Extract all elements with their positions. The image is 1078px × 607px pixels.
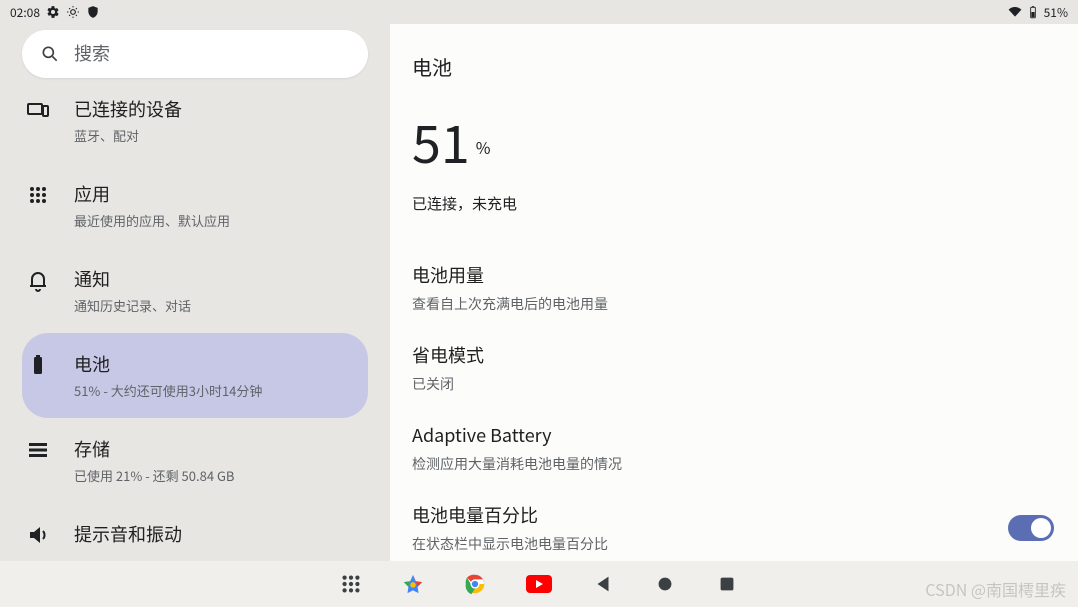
nav-back-icon[interactable] [592, 573, 614, 595]
devices-icon [26, 98, 50, 122]
search-icon [40, 44, 60, 64]
row-battery-usage[interactable]: 电池用量查看自上次充满电后的电池用量 [412, 248, 1064, 328]
google-app-icon[interactable] [402, 573, 424, 595]
apps-icon [26, 183, 50, 207]
sidebar-item-notifications[interactable]: 通知通知历史记录、对话 [22, 248, 368, 333]
status-time: 02:08 [10, 4, 40, 21]
battery-status-text: 已连接，未充电 [412, 193, 1064, 214]
nav-recents-icon[interactable] [716, 573, 738, 595]
battery-icon [1026, 5, 1040, 19]
watermark-text: CSDN @南国樗里疾 [925, 577, 1066, 601]
battery-detail-pane: 电池 51 % 已连接，未充电 电池用量查看自上次充满电后的电池用量 省电模式已… [390, 24, 1078, 561]
sidebar-item-label: 电池 [74, 351, 262, 377]
nav-home-icon[interactable] [654, 573, 676, 595]
sidebar-item-battery[interactable]: 电池51% - 大约还可使用3小时14分钟 [22, 333, 368, 418]
search-bar[interactable] [22, 30, 368, 78]
status-battery-text: 51% [1044, 4, 1068, 21]
sidebar-item-connected-devices[interactable]: 已连接的设备蓝牙、配对 [22, 92, 368, 163]
shield-icon [86, 5, 100, 19]
sidebar-item-label: 通知 [74, 266, 191, 292]
row-battery-percentage[interactable]: 电池电量百分比在状态栏中显示电池电量百分比 [412, 488, 1064, 561]
status-bar: 02:08 51% [0, 0, 1078, 24]
sidebar-item-label: 存储 [74, 436, 234, 462]
sidebar-item-sound[interactable]: 提示音和振动 [22, 503, 368, 547]
sidebar-item-label: 应用 [74, 181, 230, 207]
search-input[interactable] [74, 44, 350, 65]
percent-symbol: % [476, 135, 491, 167]
battery-percent-display: 51 % [412, 115, 1064, 167]
system-nav-bar: CSDN @南国樗里疾 [0, 561, 1078, 607]
sun-icon [66, 5, 80, 19]
wifi-icon [1008, 5, 1022, 19]
battery-icon [26, 353, 50, 377]
settings-sidebar: 已连接的设备蓝牙、配对 应用最近使用的应用、默认应用 通知通知历史记录、对话 电… [0, 24, 390, 561]
sidebar-item-storage[interactable]: 存储已使用 21% - 还剩 50.84 GB [22, 418, 368, 503]
app-drawer-icon[interactable] [340, 573, 362, 595]
battery-percent-number: 51 [412, 115, 470, 167]
volume-icon [26, 523, 50, 547]
youtube-icon[interactable] [526, 575, 552, 593]
storage-icon [26, 438, 50, 462]
sidebar-item-label: 提示音和振动 [74, 521, 182, 547]
chrome-icon[interactable] [464, 573, 486, 595]
gear-icon [46, 5, 60, 19]
page-title: 电池 [412, 52, 1064, 81]
row-adaptive-battery[interactable]: Adaptive Battery检测应用大量消耗电池电量的情况 [412, 408, 1064, 488]
sidebar-item-apps[interactable]: 应用最近使用的应用、默认应用 [22, 163, 368, 248]
row-battery-saver[interactable]: 省电模式已关闭 [412, 328, 1064, 408]
bell-icon [26, 268, 50, 292]
sidebar-item-label: 已连接的设备 [74, 96, 182, 122]
battery-percent-toggle[interactable] [1008, 515, 1054, 541]
